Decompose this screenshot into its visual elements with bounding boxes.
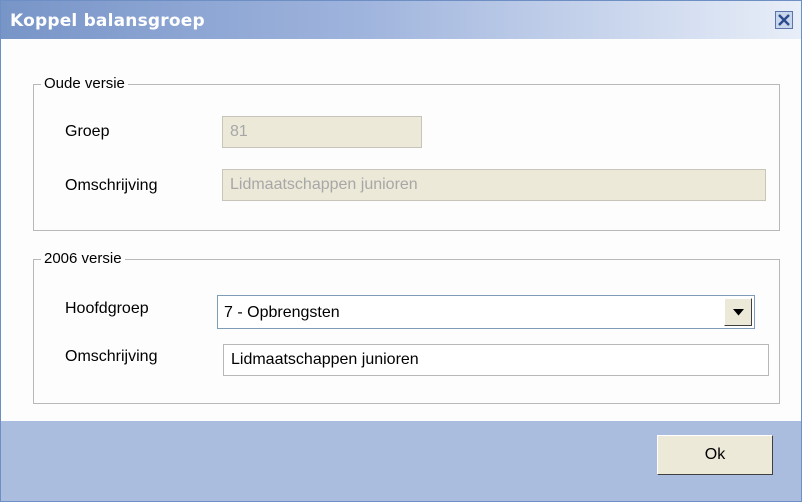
old-omschrijving-label: Omschrijving [65, 177, 158, 194]
close-button[interactable] [775, 11, 793, 29]
window-title: Koppel balansgroep [10, 11, 205, 31]
new-omschrijving-label: Omschrijving [65, 348, 158, 365]
new-omschrijving-field[interactable]: Lidmaatschappen junioren [223, 344, 769, 376]
old-omschrijving-field[interactable]: Lidmaatschappen junioren [222, 169, 766, 201]
old-version-group: Oude versie Groep 81 Omschrijving Lidmaa… [33, 75, 780, 231]
groep-label: Groep [65, 123, 110, 140]
title-bar[interactable]: Koppel balansgroep [1, 1, 801, 39]
old-version-legend: Oude versie [41, 75, 128, 92]
dialog-window: Koppel balansgroep Oude versie Groep 81 … [0, 0, 802, 502]
new-version-legend: 2006 versie [41, 250, 125, 267]
hoofdgroep-label: Hoofdgroep [65, 300, 149, 317]
new-version-group: 2006 versie Hoofdgroep 7 - Opbrengsten O… [33, 250, 780, 404]
ok-button[interactable]: Ok [657, 435, 773, 475]
hoofdgroep-value: 7 - Opbrengsten [224, 304, 340, 321]
dropdown-button[interactable] [724, 298, 752, 326]
dialog-footer: Ok [1, 421, 801, 501]
groep-field[interactable]: 81 [222, 116, 422, 148]
hoofdgroep-select[interactable]: 7 - Opbrengsten [217, 295, 755, 329]
